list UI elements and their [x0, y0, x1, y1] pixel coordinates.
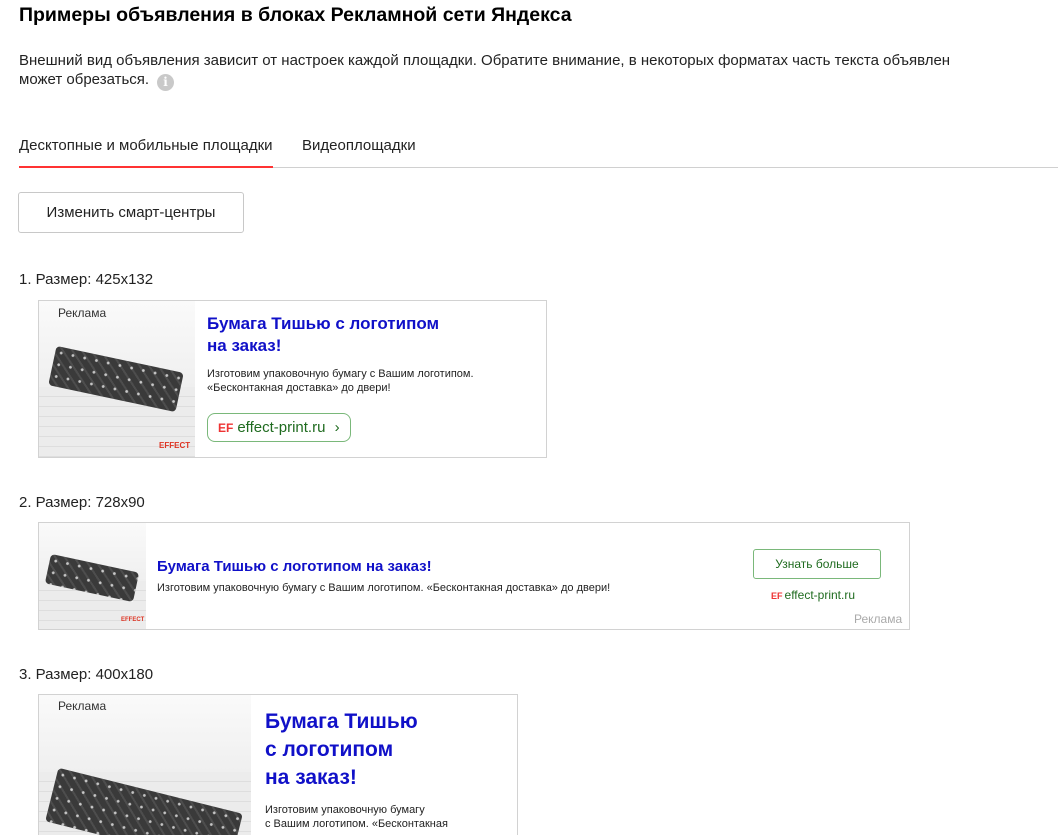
ad-domain-button[interactable]: EF effect-print.ru ›	[207, 413, 351, 442]
page-description: Внешний вид объявления зависит от настро…	[19, 51, 1058, 91]
ad-size-label-2: 2. Размер: 728х90	[19, 494, 145, 511]
page-title: Примеры объявления в блоках Рекламной се…	[19, 4, 572, 26]
ad-preview-400x180[interactable]: Реклама Бумага Тишью с логотипом на зака…	[38, 694, 518, 835]
ad-label: Реклама	[854, 612, 903, 626]
change-smart-centers-button[interactable]: Изменить смарт-центры	[18, 192, 244, 233]
info-icon[interactable]: i	[157, 74, 175, 91]
ad-image: EFFECT	[39, 301, 195, 457]
tab-desktop-mobile[interactable]: Десктопные и мобильные площадки	[19, 137, 273, 168]
ef-logo-icon: EF	[218, 421, 234, 435]
ad-domain-link[interactable]: EF effect-print.ru	[771, 588, 855, 602]
chevron-right-icon: ›	[334, 419, 340, 436]
tabs-bar: Десктопные и мобильные площадки Видеопло…	[19, 131, 1058, 168]
ad-preview-425x132[interactable]: EFFECT Реклама Бумага Тишью с логотипом …	[38, 300, 547, 458]
ad-image: EFFECT	[39, 523, 146, 629]
ad-preview-728x90[interactable]: EFFECT Бумага Тишью с логотипом на заказ…	[38, 522, 910, 630]
effect-logo: EFFECT	[121, 617, 145, 623]
ad-text: Изготовим упаковочную бумагу с Вашим лог…	[265, 804, 448, 830]
ad-title[interactable]: Бумага Тишью с логотипом на заказ!	[265, 708, 418, 792]
ad-text: Изготовим упаковочную бумагу с Вашим лог…	[157, 582, 611, 594]
tab-video[interactable]: Видеоплощадки	[302, 137, 416, 154]
effect-logo: EFFECT	[159, 441, 191, 450]
description-line-1: Внешний вид объявления зависит от настро…	[19, 52, 951, 69]
ad-title[interactable]: Бумага Тишью с логотипом на заказ!	[157, 558, 432, 575]
ad-size-label-3: 3. Размер: 400х180	[19, 666, 154, 683]
description-line-2: может обрезаться. i	[19, 70, 1058, 91]
ad-label: Реклама	[58, 306, 107, 320]
learn-more-button[interactable]: Узнать больше	[753, 549, 881, 579]
ad-size-label-1: 1. Размер: 425х132	[19, 271, 154, 288]
ad-text: Изготовим упаковочную бумагу с Вашим лог…	[207, 368, 474, 394]
ad-label: Реклама	[58, 699, 107, 713]
ad-title[interactable]: Бумага Тишью с логотипом на заказ!	[207, 313, 439, 357]
ef-logo-icon: EF	[771, 591, 783, 601]
ad-image	[39, 695, 251, 835]
